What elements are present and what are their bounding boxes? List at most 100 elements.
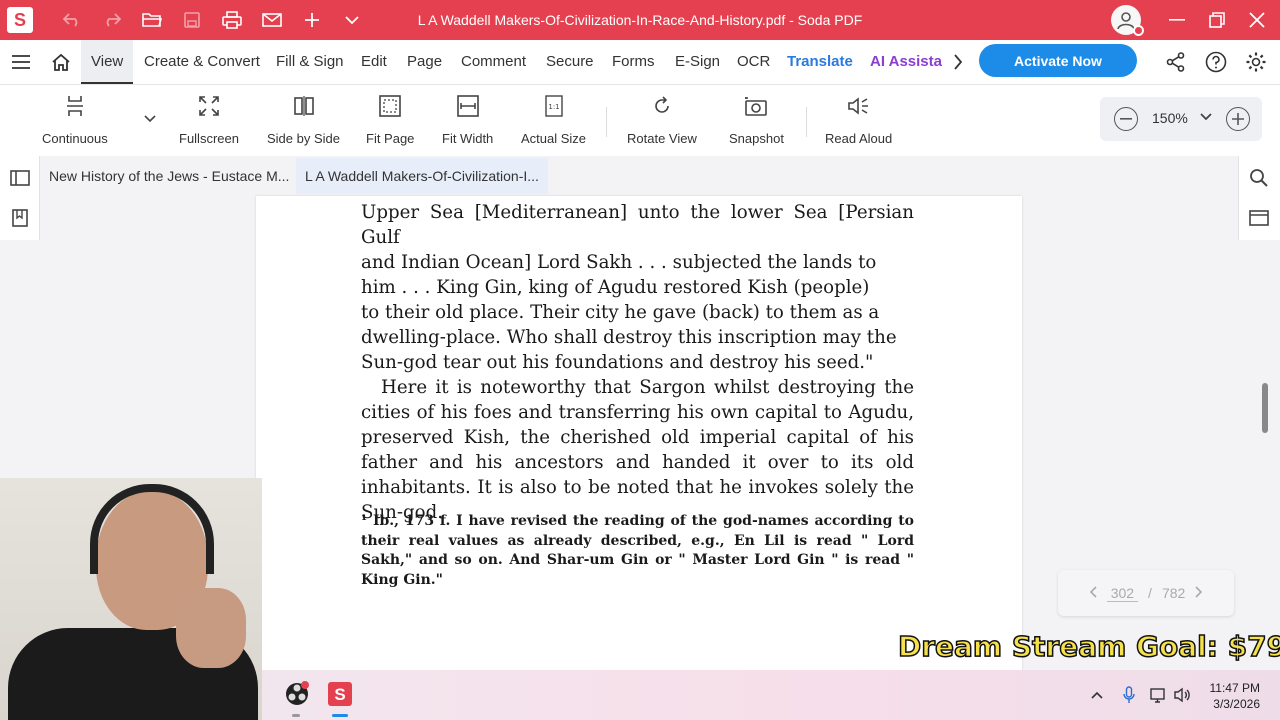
page-body-text: Upper Sea [Mediterranean] unto the lower… bbox=[361, 200, 914, 525]
save-icon[interactable] bbox=[179, 7, 205, 33]
hamburger-menu-icon[interactable] bbox=[9, 50, 33, 74]
text-line: and Indian Ocean] Lord Sakh . . . subjec… bbox=[361, 252, 877, 273]
previous-page-icon[interactable] bbox=[1089, 585, 1097, 601]
redo-icon[interactable] bbox=[99, 7, 125, 33]
menu-comment[interactable]: Comment bbox=[461, 53, 526, 70]
side-by-side-icon bbox=[291, 93, 317, 119]
tab-makers-of-civilization[interactable]: L A Waddell Makers-Of-Civilization-I... bbox=[296, 158, 548, 194]
speaker-icon bbox=[846, 93, 872, 119]
search-icon[interactable] bbox=[1247, 166, 1271, 190]
panel-right-icon[interactable] bbox=[1247, 206, 1271, 230]
vertical-scrollbar[interactable] bbox=[1262, 383, 1268, 433]
zoom-in-icon[interactable] bbox=[1226, 107, 1250, 131]
microphone-icon[interactable] bbox=[1120, 686, 1138, 704]
total-pages: 782 bbox=[1161, 585, 1186, 601]
mail-icon[interactable] bbox=[259, 7, 285, 33]
rotate-icon bbox=[649, 93, 675, 119]
system-clock[interactable]: 11:47 PM 3/3/2026 bbox=[1196, 680, 1260, 712]
fullscreen-label: Fullscreen bbox=[179, 131, 239, 146]
stream-goal-overlay: Dream Stream Goal: $79 bbox=[897, 629, 1280, 664]
toolbar-divider bbox=[806, 107, 807, 137]
app-logo[interactable]: S bbox=[7, 7, 33, 33]
undo-icon[interactable] bbox=[59, 7, 85, 33]
menu-create-convert[interactable]: Create & Convert bbox=[144, 53, 260, 70]
next-page-icon[interactable] bbox=[1195, 585, 1203, 601]
menu-secure[interactable]: Secure bbox=[546, 53, 594, 70]
network-icon[interactable] bbox=[1150, 686, 1168, 704]
footnote: ¹ Ib., 173 f. I have revised the reading… bbox=[361, 513, 914, 588]
webcam-person-hand bbox=[176, 588, 246, 668]
chevron-right-icon[interactable] bbox=[946, 50, 970, 74]
current-page-input[interactable]: 302 bbox=[1106, 585, 1139, 602]
home-icon[interactable] bbox=[49, 50, 73, 74]
taskbar-active-indicator bbox=[332, 714, 348, 717]
text-line: Upper Sea [Mediterranean] unto the lower… bbox=[361, 202, 914, 248]
snapshot-button[interactable]: Snapshot bbox=[729, 93, 784, 146]
actual-size-icon: 1:1 bbox=[541, 93, 567, 119]
text-line: to their old place. Their city he gave (… bbox=[361, 302, 880, 323]
notification-dot bbox=[1133, 25, 1144, 36]
continuous-button[interactable]: Continuous bbox=[42, 93, 108, 146]
zoom-dropdown-icon[interactable] bbox=[1200, 108, 1212, 124]
camera-icon bbox=[743, 93, 769, 119]
document-tabs: New History of the Jews - Eustace M... L… bbox=[40, 156, 1236, 196]
settings-gear-icon[interactable] bbox=[1244, 50, 1268, 74]
close-icon[interactable] bbox=[1244, 7, 1270, 33]
open-folder-icon[interactable] bbox=[139, 7, 165, 33]
side-by-side-label: Side by Side bbox=[267, 131, 340, 146]
continuous-dropdown-icon[interactable] bbox=[138, 107, 162, 131]
minimize-icon[interactable] bbox=[1164, 7, 1190, 33]
svg-text:S: S bbox=[334, 685, 345, 704]
bookmark-icon[interactable] bbox=[8, 206, 32, 230]
fit-width-button[interactable]: Fit Width bbox=[442, 93, 493, 146]
plus-icon[interactable] bbox=[299, 7, 325, 33]
print-icon[interactable] bbox=[219, 7, 245, 33]
help-icon[interactable] bbox=[1204, 50, 1228, 74]
actual-size-button[interactable]: 1:1 Actual Size bbox=[521, 93, 586, 146]
panel-toggle-icon[interactable] bbox=[8, 166, 32, 190]
activate-now-button[interactable]: Activate Now bbox=[979, 44, 1137, 77]
menu-view[interactable]: View bbox=[81, 40, 134, 84]
menu-esign[interactable]: E-Sign bbox=[675, 53, 720, 70]
restore-icon[interactable] bbox=[1204, 7, 1230, 33]
paragraph: Here it is noteworthy that Sargon whilst… bbox=[361, 377, 914, 523]
menu-fill-sign[interactable]: Fill & Sign bbox=[276, 53, 344, 70]
text-line: dwelling-place. Who shall destroy this i… bbox=[361, 327, 897, 348]
zoom-level-value[interactable]: 150% bbox=[1152, 110, 1188, 126]
view-toolbar: Continuous Fullscreen Side by Side Fit P… bbox=[0, 84, 1280, 156]
obs-app-icon[interactable] bbox=[282, 679, 312, 709]
read-aloud-button[interactable]: Read Aloud bbox=[825, 93, 892, 146]
menu-page[interactable]: Page bbox=[407, 53, 442, 70]
taskbar: S bbox=[262, 670, 1280, 720]
menu-edit[interactable]: Edit bbox=[361, 53, 387, 70]
soda-pdf-app-icon[interactable]: S bbox=[325, 679, 355, 709]
headphones-icon bbox=[90, 484, 214, 574]
zoom-out-icon[interactable] bbox=[1114, 107, 1138, 131]
fit-width-label: Fit Width bbox=[442, 131, 494, 146]
volume-icon[interactable] bbox=[1174, 686, 1192, 704]
chevron-down-icon[interactable] bbox=[339, 7, 365, 33]
side-by-side-button[interactable]: Side by Side bbox=[267, 93, 340, 146]
menu-ocr[interactable]: OCR bbox=[737, 53, 770, 70]
fit-page-button[interactable]: Fit Page bbox=[366, 93, 414, 146]
toolbar-divider bbox=[606, 107, 607, 137]
menu-translate[interactable]: Translate bbox=[787, 53, 853, 70]
taskbar-indicator bbox=[292, 714, 300, 717]
webcam-overlay bbox=[0, 478, 262, 720]
quick-access-toolbar bbox=[59, 7, 365, 33]
clock-time: 11:47 PM bbox=[1209, 681, 1260, 695]
menu-ai-assistant[interactable]: AI Assistant bbox=[870, 53, 942, 70]
menu-bar: View Create & Convert Fill & Sign Edit P… bbox=[0, 40, 1280, 84]
share-icon[interactable] bbox=[1164, 50, 1188, 74]
snapshot-label: Snapshot bbox=[729, 131, 784, 146]
rotate-view-button[interactable]: Rotate View bbox=[627, 93, 697, 146]
svg-text:1:1: 1:1 bbox=[548, 103, 559, 111]
tray-chevron-up-icon[interactable] bbox=[1088, 686, 1106, 704]
menu-forms[interactable]: Forms bbox=[612, 53, 655, 70]
text-line: him . . . King Gin, king of Agudu restor… bbox=[361, 277, 870, 298]
tab-new-history-of-jews[interactable]: New History of the Jews - Eustace M... bbox=[40, 158, 298, 194]
fit-page-icon bbox=[377, 93, 403, 119]
actual-size-label: Actual Size bbox=[521, 131, 587, 146]
fullscreen-icon bbox=[196, 93, 222, 119]
fullscreen-button[interactable]: Fullscreen bbox=[179, 93, 239, 146]
